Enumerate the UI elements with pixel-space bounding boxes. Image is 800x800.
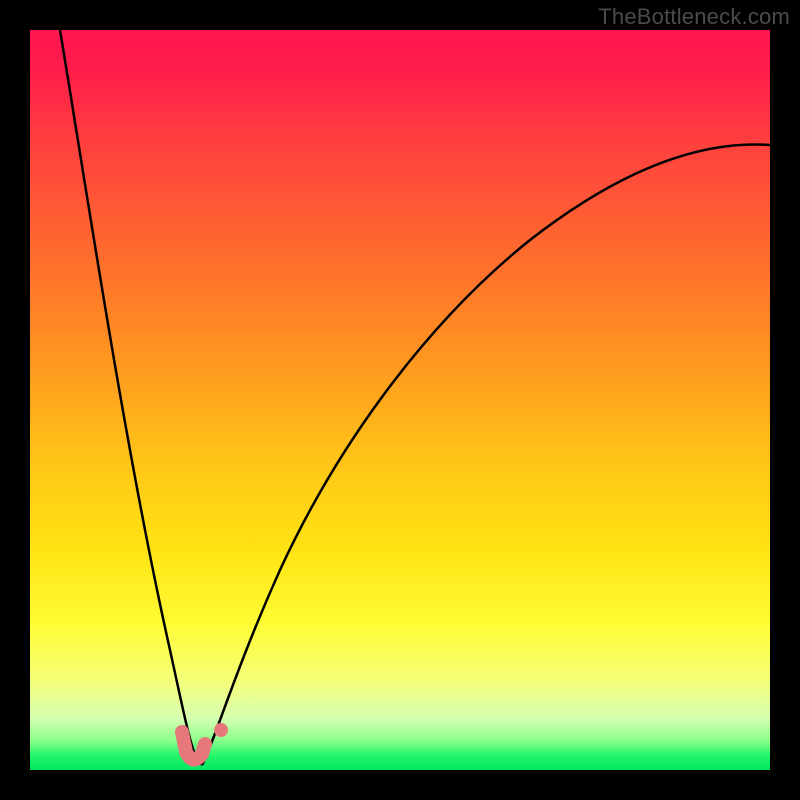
curves-layer (30, 30, 770, 770)
left-curve (60, 30, 202, 765)
balanced-marker-group (182, 732, 205, 760)
right-curve (202, 144, 770, 765)
plot-area (30, 30, 770, 770)
chart-frame: TheBottleneck.com (0, 0, 800, 800)
balanced-marker-dot (214, 723, 228, 737)
balanced-marker-u (182, 732, 205, 760)
watermark-text: TheBottleneck.com (598, 4, 790, 30)
